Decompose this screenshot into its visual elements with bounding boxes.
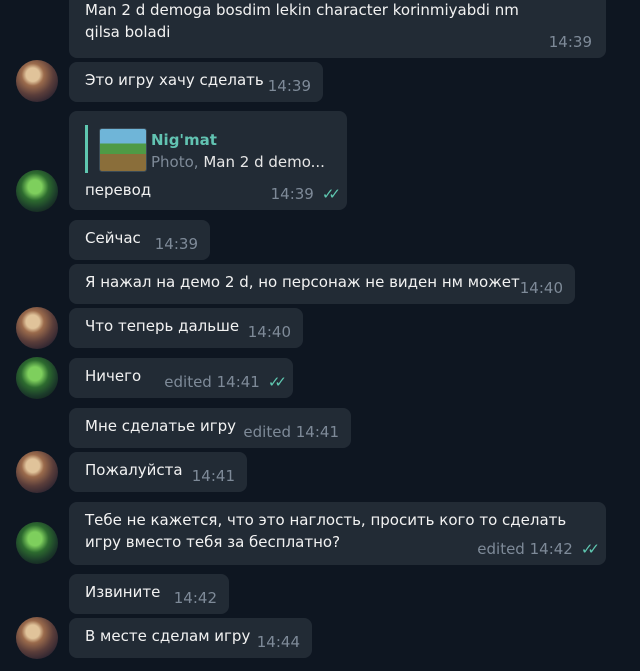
sender-avatar[interactable]	[16, 451, 58, 493]
message-bubble[interactable]: Это игру хачу сделать 14:39	[69, 62, 323, 102]
message-time: 14:44	[256, 633, 300, 651]
my-avatar[interactable]	[16, 357, 58, 399]
message-time: 14:39	[548, 33, 592, 51]
message-time: 14:42	[529, 540, 573, 558]
sender-avatar[interactable]	[16, 617, 58, 659]
edited-label: edited	[243, 423, 291, 441]
message-bubble[interactable]: Извините 14:42	[69, 574, 229, 614]
message-time: 14:39	[270, 185, 314, 203]
message-bubble[interactable]: Что теперь дальше 14:40	[69, 308, 303, 348]
sender-avatar[interactable]	[16, 60, 58, 102]
reply-author: Nig'mat	[151, 131, 217, 149]
message-bubble[interactable]: Сейчас 14:39	[69, 220, 210, 260]
photo-thumbnail	[99, 128, 147, 172]
message-meta: edited 14:41 ✓✓	[164, 371, 287, 393]
message-bubble[interactable]: Пожалуйста 14:41	[69, 452, 247, 492]
reply-quote[interactable]: Nig'mat Photo, Man 2 d demo...	[85, 125, 331, 173]
double-check-icon: ✓✓	[321, 185, 341, 203]
message-time: 14:39	[267, 77, 311, 95]
edited-label: edited	[164, 373, 212, 391]
message-bubble[interactable]: Мне сделатье игру edited 14:41	[69, 408, 351, 448]
reply-preview-text: Man 2 d demo...	[203, 153, 325, 171]
message-bubble[interactable]: Man 2 d demoga bosdim lekin character ko…	[69, 0, 606, 58]
message-time: 14:39	[154, 235, 198, 253]
my-avatar[interactable]	[16, 170, 58, 212]
message-time: 14:40	[247, 323, 291, 341]
reply-kind: Photo,	[151, 153, 199, 171]
message-bubble[interactable]: Тебе не кажется, что это наглость, проси…	[69, 502, 606, 565]
double-check-icon: ✓✓	[267, 373, 287, 391]
message-bubble[interactable]: Я нажал на демо 2 d, но персонаж не виде…	[69, 264, 575, 304]
message-time: 14:42	[173, 589, 217, 607]
sender-avatar[interactable]	[16, 307, 58, 349]
message-time: 14:41	[295, 423, 339, 441]
message-meta: edited 14:42 ✓✓	[477, 538, 600, 560]
message-meta: 14:39 ✓✓	[270, 183, 341, 205]
edited-label: edited	[477, 540, 525, 558]
message-meta: edited 14:41	[243, 421, 339, 443]
double-check-icon: ✓✓	[580, 540, 600, 558]
message-text: Man 2 d demoga bosdim lekin character ko…	[85, 1, 519, 41]
message-text: перевод	[85, 181, 152, 199]
message-time: 14:41	[216, 373, 260, 391]
message-bubble[interactable]: В месте сделам игру 14:44	[69, 618, 312, 658]
my-avatar[interactable]	[16, 522, 58, 564]
message-time: 14:40	[519, 279, 563, 297]
message-bubble[interactable]: Ничего edited 14:41 ✓✓	[69, 358, 293, 398]
reply-preview: Photo, Man 2 d demo...	[151, 151, 325, 173]
message-text: Я нажал на демо 2 d, но персонаж не виде…	[85, 273, 520, 291]
message-time: 14:41	[191, 467, 235, 485]
message-bubble[interactable]: Nig'mat Photo, Man 2 d demo... перевод 1…	[69, 111, 347, 210]
